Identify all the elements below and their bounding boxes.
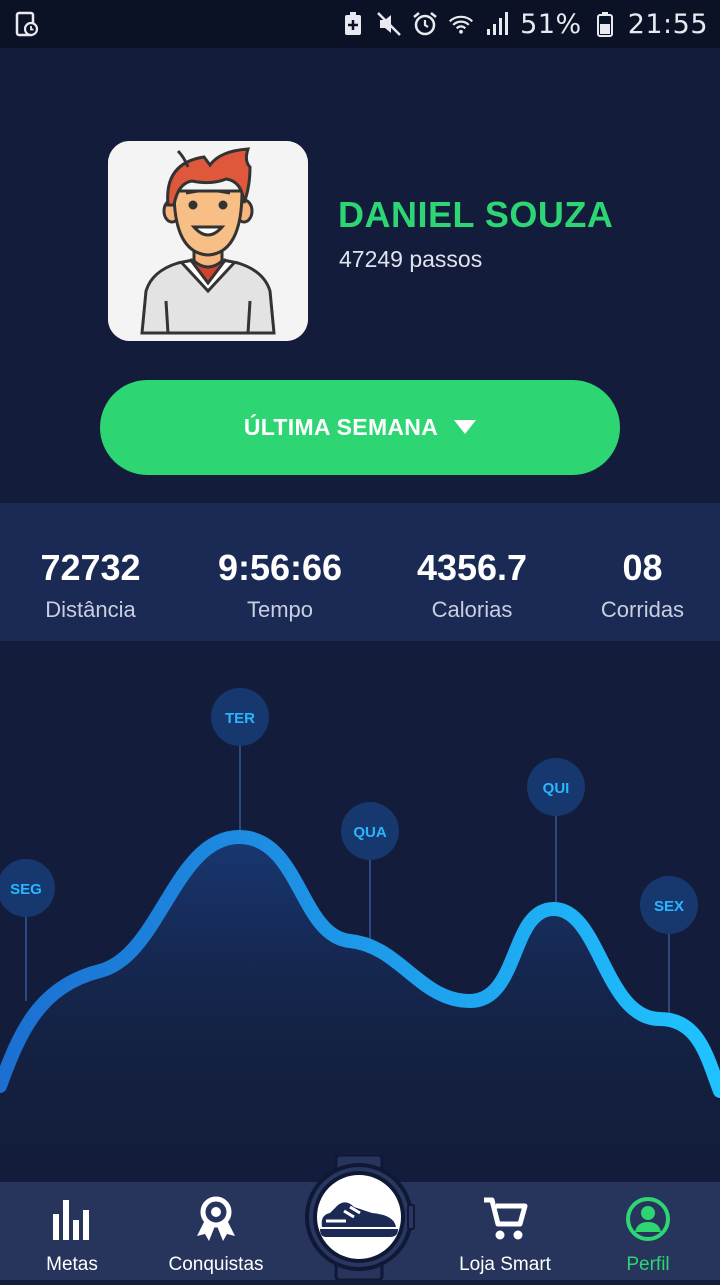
nav-item-loja-smart[interactable]: Loja Smart xyxy=(450,1182,560,1280)
user-avatar-illustration xyxy=(108,141,308,341)
shopping-cart-icon xyxy=(484,1197,528,1240)
signal-icon xyxy=(484,11,510,37)
stat-value: 4356.7 xyxy=(416,547,528,588)
day-label: QUI xyxy=(543,780,570,797)
status-bar: 51% 21:55 xyxy=(0,0,720,48)
day-label: SEG xyxy=(10,881,42,898)
day-label: QUA xyxy=(353,824,387,841)
stat-label: Corridas xyxy=(600,597,685,622)
battery-percent: 51% xyxy=(520,8,582,40)
avatar[interactable] xyxy=(108,141,308,341)
screen-recorder-icon xyxy=(14,11,40,37)
stat-time: 9:56:66 Tempo xyxy=(181,503,379,641)
stats-panel: 72732 Distância 9:56:66 Tempo 4356.7 Cal… xyxy=(0,503,720,641)
day-label: TER xyxy=(225,710,255,727)
nav-label: Metas xyxy=(46,1254,98,1275)
nav-item-conquistas[interactable]: Conquistas xyxy=(160,1182,272,1280)
nav-label: Loja Smart xyxy=(459,1254,551,1275)
nav-item-perfil[interactable]: Perfil xyxy=(612,1182,684,1280)
clock: 21:55 xyxy=(627,8,708,40)
stat-distance: 72732 Distância xyxy=(0,503,181,641)
stat-label: Calorias xyxy=(431,597,513,622)
smartwatch-sneaker-icon xyxy=(305,1153,415,1282)
award-ribbon-icon xyxy=(197,1196,235,1241)
period-label: ÚLTIMA SEMANA xyxy=(243,414,439,440)
profile-name: DANIEL SOUZA xyxy=(338,194,614,235)
nav-label: Perfil xyxy=(626,1254,670,1275)
wifi-icon xyxy=(448,11,474,37)
stat-value: 72732 xyxy=(40,547,141,588)
alarm-icon xyxy=(412,11,438,37)
stat-label: Tempo xyxy=(246,597,314,622)
nav-label: Conquistas xyxy=(168,1254,264,1275)
stat-value: 9:56:66 xyxy=(217,547,343,588)
weekly-activity-chart: SEG TER QUA QUI SEX xyxy=(0,641,720,1181)
mute-icon xyxy=(376,11,402,37)
battery-saver-icon xyxy=(340,11,366,37)
stat-label: Distância xyxy=(45,597,136,622)
day-label: SEX xyxy=(654,898,684,915)
center-action-button[interactable] xyxy=(302,1153,416,1282)
caret-down-icon xyxy=(454,419,477,436)
stat-runs: 08 Corridas xyxy=(565,503,720,641)
profile-steps: 47249 passos xyxy=(339,246,483,272)
bar-chart-icon xyxy=(53,1200,89,1240)
chart-area-fill xyxy=(0,836,720,1181)
stat-calories: 4356.7 Calorias xyxy=(379,503,565,641)
person-icon xyxy=(626,1197,670,1241)
battery-icon xyxy=(592,11,618,37)
period-selector-button[interactable]: ÚLTIMA SEMANA xyxy=(100,380,620,475)
nav-item-metas[interactable]: Metas xyxy=(32,1182,112,1280)
stat-value: 08 xyxy=(622,547,663,588)
